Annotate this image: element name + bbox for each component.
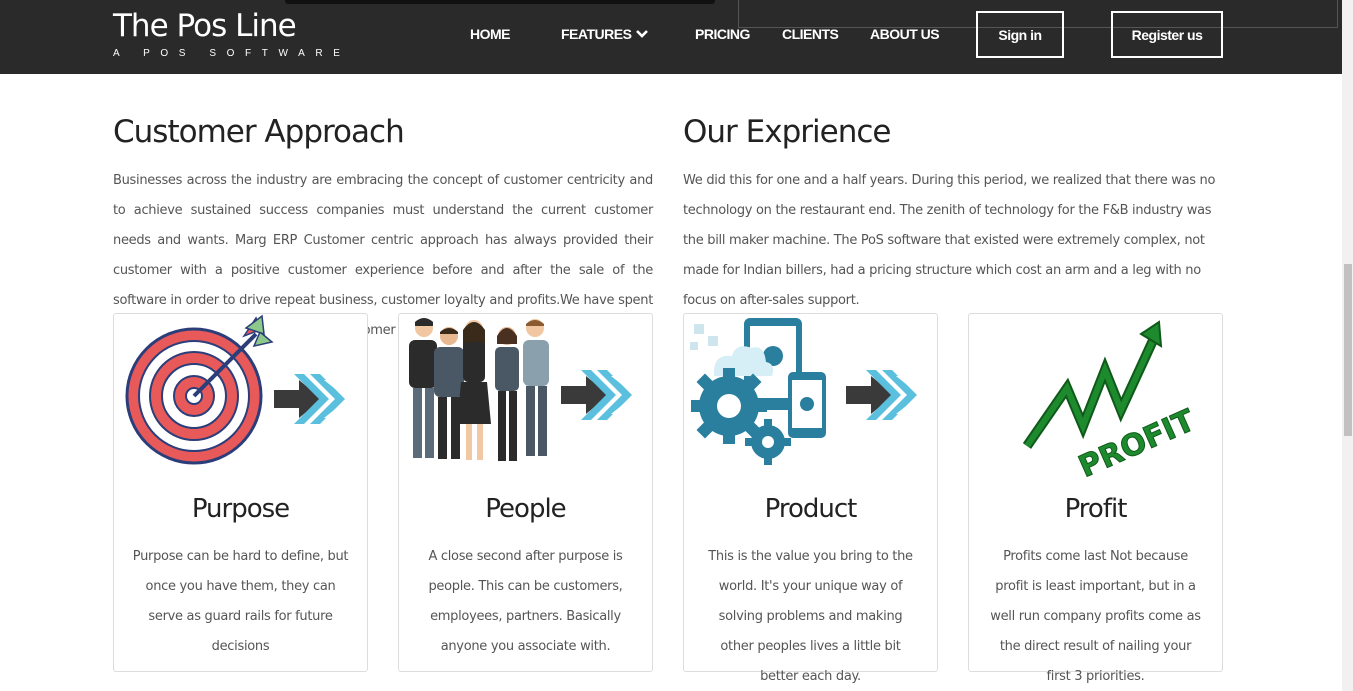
page-bottom-edge (0, 685, 1342, 691)
sign-in-button[interactable]: Sign in (976, 11, 1064, 58)
nav-top-strip (285, 0, 715, 4)
site-logo[interactable]: The Pos Line A POS SOFTWARE (113, 8, 351, 59)
people-title: People (485, 494, 566, 524)
product-card: Product This is the value you bring to t… (683, 313, 938, 684)
profit-card: PROFIT Profit Profits come last Not beca… (968, 313, 1223, 684)
people-card: People A close second after purpose is p… (398, 313, 653, 672)
our-experience-text: We did this for one and a half years. Du… (683, 173, 1216, 308)
register-button[interactable]: Register us (1111, 11, 1223, 58)
people-text: A close second after purpose is people. … (428, 549, 623, 654)
product-text: This is the value you bring to the world… (708, 549, 913, 684)
profit-chart-icon: PROFIT (1022, 320, 1201, 484)
target-arrow-icon (125, 314, 356, 465)
our-experience-heading: Our Exprience (683, 114, 891, 150)
logo-subtitle: A POS SOFTWARE (113, 48, 351, 59)
nav-about-link[interactable]: ABOUT US (870, 26, 940, 42)
gears-devices-icon (690, 318, 928, 465)
purpose-card: Purpose Purpose can be hard to define, b… (113, 313, 368, 672)
purpose-text: Purpose can be hard to define, but once … (132, 549, 349, 654)
purpose-title: Purpose (191, 494, 290, 524)
profit-logo-text: PROFIT (1074, 403, 1201, 484)
nav-clients-link[interactable]: CLIENTS (782, 26, 839, 42)
nav-features-label: FEATURES (561, 26, 632, 42)
nav-features-dropdown[interactable]: FEATURES (561, 26, 649, 42)
logo-title: The Pos Line (113, 8, 297, 44)
nav-home-link[interactable]: HOME (470, 26, 511, 42)
product-title: Product (764, 494, 858, 524)
profit-text: Profits come last Not because profit is … (990, 549, 1201, 684)
vertical-scrollbar-thumb[interactable] (1344, 264, 1352, 436)
chevron-down-icon (636, 30, 649, 38)
profit-title: Profit (1064, 494, 1128, 524)
nav-pricing-link[interactable]: PRICING (695, 26, 750, 42)
people-group-icon (409, 318, 643, 461)
customer-approach-heading: Customer Approach (113, 114, 405, 150)
top-navbar: The Pos Line A POS SOFTWARE HOME FEATURE… (0, 0, 1342, 74)
